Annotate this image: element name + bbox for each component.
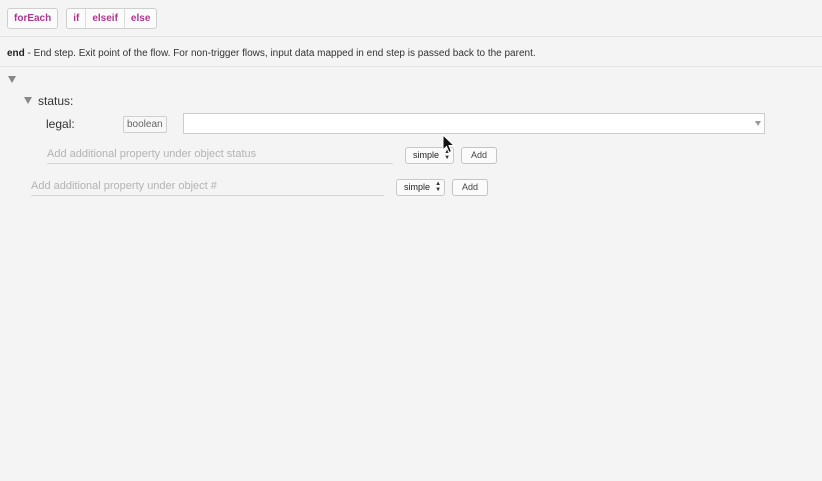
step-description-text: - End step. Exit point of the flow. For … [24,48,536,59]
if-button[interactable]: if [67,9,87,28]
up-down-arrows-icon: ▲ ▼ [435,181,442,193]
divider [0,66,822,67]
root-type-select[interactable]: simple ▲ ▼ [396,179,446,196]
root-add-button[interactable]: Add [452,179,489,196]
root-collapse-icon[interactable] [8,76,16,83]
elseif-button[interactable]: elseif [86,9,125,28]
property-type-badge: boolean [123,116,167,133]
foreach-group: forEach [7,8,59,29]
step-name: end [7,48,25,59]
mouse-pointer-icon [442,134,456,154]
status-collapse-icon[interactable] [24,97,32,104]
root-type-select-value: simple [404,182,431,192]
status-add-property-input[interactable] [47,146,393,164]
else-button[interactable]: else [125,9,156,28]
property-legal-label: legal: [46,117,75,131]
step-description: end - End step. Exit point of the flow. … [7,48,536,59]
caret-down-icon [755,121,761,126]
root-add-property-input[interactable] [31,178,384,196]
conditional-group: if elseif else [66,8,158,29]
property-value-select[interactable] [183,113,765,134]
object-status-label: status: [38,94,74,108]
foreach-button[interactable]: forEach [8,9,57,28]
status-type-select-value: simple [413,150,440,160]
toolbar: forEach if elseif else [7,8,158,29]
divider [0,36,822,37]
status-add-button[interactable]: Add [461,147,498,164]
